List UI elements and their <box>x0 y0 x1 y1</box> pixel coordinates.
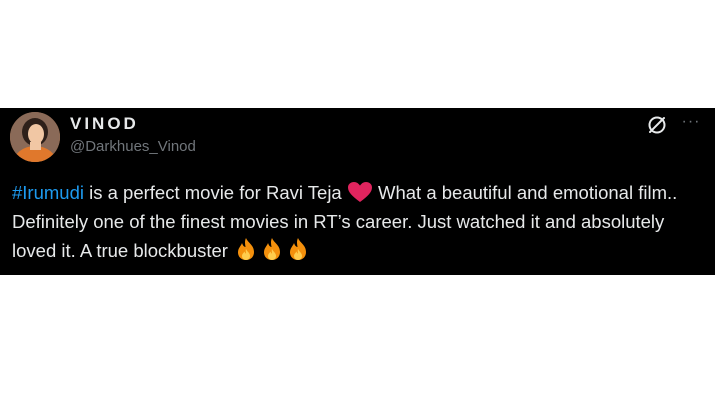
author-display-name[interactable]: VINOD <box>70 114 139 134</box>
red-heart-emoji-icon <box>347 182 372 202</box>
fire-emoji-icon <box>238 238 255 260</box>
fire-emoji-icon <box>264 238 281 260</box>
avatar[interactable] <box>10 112 60 162</box>
fire-emoji-group <box>233 238 311 261</box>
hashtag-link[interactable]: #Irumudi <box>12 182 84 203</box>
grok-slash-icon[interactable] <box>646 114 668 136</box>
tweet-card[interactable]: VINOD @Darkhues_Vinod ··· #Irumudi is a … <box>0 108 715 275</box>
more-horizontal-icon[interactable]: ··· <box>680 113 702 135</box>
tweet-text: #Irumudi is a perfect movie for Ravi Tej… <box>12 178 702 265</box>
author-handle[interactable]: @Darkhues_Vinod <box>70 138 196 155</box>
fire-emoji-icon <box>290 238 307 260</box>
tweet-text-part1: is a perfect movie for Ravi Teja <box>83 182 347 203</box>
